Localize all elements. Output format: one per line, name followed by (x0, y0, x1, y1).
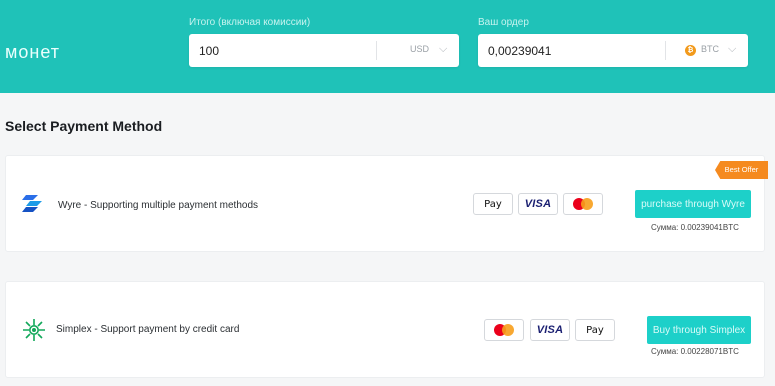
mastercard-badge (484, 319, 524, 341)
total-label: Итого (включая комиссии) (189, 17, 311, 28)
order-amount-field[interactable]: ₿ BTC ⌵ (478, 34, 748, 67)
chevron-down-icon[interactable]: ⌵ (728, 43, 736, 56)
page-title: Select Payment Method (5, 118, 163, 134)
chevron-down-icon[interactable]: ⌵ (439, 43, 447, 56)
best-offer-badge: Best Offer (715, 161, 768, 179)
simplex-logo-icon (23, 319, 45, 341)
sum-label: Сумма: (651, 223, 679, 232)
mastercard-icon (494, 324, 514, 336)
apple-pay-badge: Pay (473, 193, 513, 215)
visa-badge: VISA (530, 319, 570, 341)
order-amount-input[interactable] (488, 34, 638, 67)
purchase-wyre-button[interactable]: purchase through Wyre (635, 190, 751, 218)
field-divider (665, 41, 666, 60)
sum-value: 0.00228071BTC (680, 347, 739, 356)
total-amount-field[interactable]: USD ⌵ (189, 34, 459, 67)
buy-simplex-button[interactable]: Buy through Simplex (647, 316, 751, 344)
sum-line: Сумма: 0.00228071BTC (651, 347, 739, 356)
sum-line: Сумма: 0.00239041BTC (651, 223, 739, 232)
visa-icon: VISA (524, 198, 552, 210)
mastercard-icon (573, 198, 593, 210)
apple-pay-badge: Pay (575, 319, 615, 341)
visa-icon: VISA (536, 324, 564, 336)
currency-select-usd[interactable]: USD (410, 44, 429, 54)
provider-name-simplex: Simplex - Support payment by credit card (56, 324, 240, 335)
header-bar: монет Итого (включая комиссии) USD ⌵ Ваш… (0, 0, 775, 93)
currency-select-btc[interactable]: BTC (701, 44, 719, 54)
wyre-logo-icon (22, 195, 42, 212)
total-amount-input[interactable] (199, 34, 349, 67)
sum-label: Сумма: (651, 347, 679, 356)
visa-badge: VISA (518, 193, 558, 215)
mastercard-badge (563, 193, 603, 215)
order-label: Ваш ордер (478, 17, 529, 28)
sum-value: 0.00239041BTC (680, 223, 739, 232)
provider-name-wyre: Wyre - Supporting multiple payment metho… (58, 200, 258, 211)
provider-card-wyre: Wyre - Supporting multiple payment metho… (5, 155, 768, 252)
provider-card-simplex: Simplex - Support payment by credit card… (5, 281, 765, 378)
field-divider (376, 41, 377, 60)
brand-logo[interactable]: монет (5, 42, 60, 63)
bitcoin-icon: ₿ (685, 45, 696, 56)
